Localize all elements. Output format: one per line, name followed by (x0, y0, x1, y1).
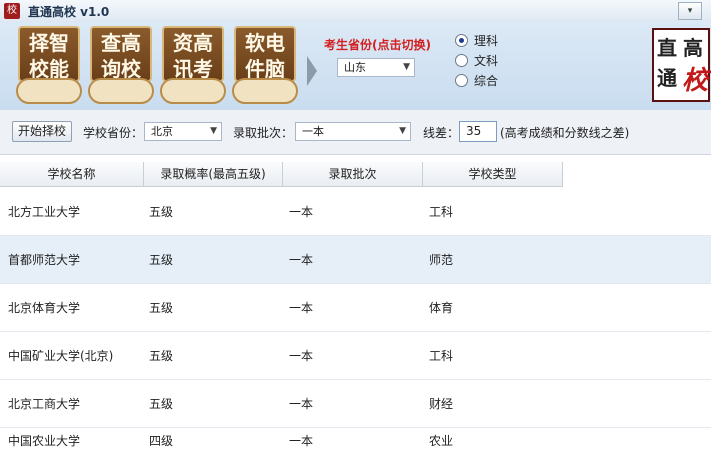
cloud-ornament-icon (232, 78, 298, 104)
batch-select[interactable]: 一本 ▼ (295, 122, 411, 141)
logo-char: 通 (657, 66, 677, 90)
filter-bar: 开始择校 学校省份： 北京 ▼ 录取批次： 一本 ▼ 线差： 35 (高考成绩和… (0, 110, 711, 155)
exam-news-button[interactable]: 资高 讯考 (160, 26, 226, 106)
table-row[interactable]: 北方工业大学 五级 一本 工科 (0, 188, 711, 236)
score-diff-note: (高考成绩和分数线之差) (500, 126, 630, 140)
feature-label-line1: 择智 (29, 31, 69, 55)
column-header-batch[interactable]: 录取批次 (283, 162, 423, 187)
cell-probability: 四级 (149, 434, 174, 448)
school-province-select[interactable]: 北京 ▼ (144, 122, 222, 141)
school-query-button[interactable]: 查高 询校 (88, 26, 154, 106)
cell-probability: 五级 (149, 349, 174, 363)
logo-char: 直 (657, 36, 677, 60)
column-header-probability[interactable]: 录取概率(最高五级) (144, 162, 283, 187)
table-row[interactable]: 首都师范大学 五级 一本 师范 (0, 236, 711, 284)
student-province-label[interactable]: 考生省份(点击切换) (324, 36, 431, 53)
student-province-value: 山东 (344, 61, 366, 74)
cell-batch: 一本 (289, 349, 314, 363)
table-row[interactable]: 北京工商大学 五级 一本 财经 (0, 380, 711, 428)
radio-label: 文科 (474, 54, 499, 68)
header-banner: 择智 校能 查高 询校 资高 讯考 软电 件脑 考生省份(点击切换) 山东 ▼ … (0, 22, 711, 110)
table-row[interactable]: 中国矿业大学(北京) 五级 一本 工科 (0, 332, 711, 380)
cell-school-type: 农业 (429, 434, 454, 448)
cell-school-type: 师范 (429, 253, 454, 267)
cell-batch: 一本 (289, 434, 314, 448)
cell-school-name: 北方工业大学 (8, 205, 81, 219)
cell-school-type: 工科 (429, 349, 454, 363)
cell-school-name: 中国农业大学 (8, 434, 81, 448)
cloud-ornament-icon (16, 78, 82, 104)
radio-liberal-arts[interactable]: 文科 (455, 53, 498, 69)
logo-char: 校 (682, 66, 709, 96)
window-title: 直通高校 v1.0 (28, 5, 110, 19)
radio-label: 综合 (474, 74, 499, 88)
score-diff-input[interactable]: 35 (459, 121, 497, 142)
radio-comprehensive[interactable]: 综合 (455, 73, 498, 89)
chevron-down-icon: ▼ (210, 126, 217, 136)
cell-school-type: 工科 (429, 205, 454, 219)
table-row[interactable]: 中国农业大学 四级 一本 农业 (0, 428, 711, 454)
cell-batch: 一本 (289, 253, 314, 267)
feature-label-line1: 软电 (245, 31, 285, 55)
feature-label-line1: 查高 (101, 31, 141, 55)
student-province-select[interactable]: 山东 ▼ (337, 58, 415, 77)
cell-probability: 五级 (149, 253, 174, 267)
cloud-ornament-icon (160, 78, 226, 104)
feature-tile: 软电 件脑 (234, 26, 296, 82)
cloud-ornament-icon (88, 78, 154, 104)
results-table: 学校名称 录取概率(最高五级) 录取批次 学校类型 北方工业大学 五级 一本 工… (0, 162, 711, 454)
school-province-value: 北京 (151, 125, 173, 138)
column-header-school-name[interactable]: 学校名称 (0, 162, 144, 187)
score-diff-label: 线差： (423, 126, 460, 140)
cell-school-name: 首都师范大学 (8, 253, 81, 267)
title-bar: 校 直通高校 v1.0 ▾ (0, 0, 711, 23)
feature-label-line1: 资高 (173, 31, 213, 55)
logo-char: 高 (683, 36, 703, 60)
radio-unselected-icon (455, 74, 468, 87)
brand-logo: 直 通 高 校 (652, 28, 710, 102)
cell-probability: 五级 (149, 301, 174, 315)
school-province-label: 学校省份： (83, 126, 144, 140)
radio-science[interactable]: 理科 (455, 33, 498, 49)
window-menu-button[interactable]: ▾ (678, 2, 702, 20)
cell-school-type: 体育 (429, 301, 454, 315)
table-header: 学校名称 录取概率(最高五级) 录取批次 学校类型 (0, 162, 711, 188)
cell-batch: 一本 (289, 301, 314, 315)
chevron-down-icon: ▼ (403, 62, 410, 72)
feature-tile: 资高 讯考 (162, 26, 224, 82)
pc-software-button[interactable]: 软电 件脑 (232, 26, 298, 106)
batch-value: 一本 (302, 125, 324, 138)
cell-batch: 一本 (289, 205, 314, 219)
chevron-right-icon (307, 56, 317, 86)
radio-label: 理科 (474, 34, 499, 48)
table-row[interactable]: 北京体育大学 五级 一本 体育 (0, 284, 711, 332)
start-select-button[interactable]: 开始择校 (12, 121, 72, 142)
cell-probability: 五级 (149, 205, 174, 219)
feature-tile: 查高 询校 (90, 26, 152, 82)
cell-school-name: 中国矿业大学(北京) (8, 349, 114, 363)
app-icon: 校 (4, 3, 20, 19)
batch-label: 录取批次： (233, 126, 294, 140)
radio-unselected-icon (455, 54, 468, 67)
feature-tile: 择智 校能 (18, 26, 80, 82)
smart-school-select-button[interactable]: 择智 校能 (16, 26, 82, 106)
radio-selected-icon (455, 34, 468, 47)
chevron-down-icon: ▼ (399, 126, 406, 136)
cell-school-name: 北京体育大学 (8, 301, 81, 315)
column-header-school-type[interactable]: 学校类型 (423, 162, 563, 187)
